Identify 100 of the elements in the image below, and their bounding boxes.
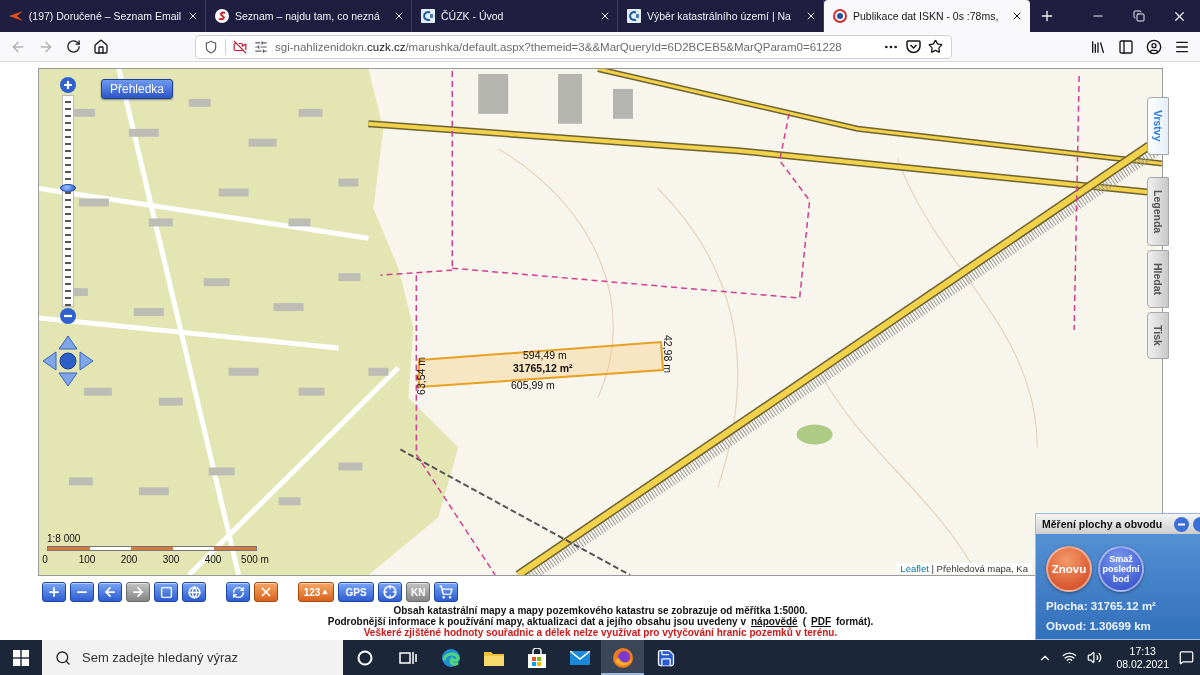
notification-icon[interactable] bbox=[1179, 650, 1194, 665]
wifi-icon[interactable] bbox=[1062, 650, 1078, 665]
account-icon[interactable] bbox=[1146, 38, 1162, 55]
building bbox=[613, 88, 633, 119]
area-label: 31765,12 m² bbox=[513, 362, 573, 374]
panel-title: Měření plochy a obvodu bbox=[1042, 518, 1164, 530]
streak-logo-icon bbox=[9, 11, 23, 21]
back-button[interactable] bbox=[98, 582, 122, 602]
building bbox=[338, 178, 359, 187]
side-tab[interactable]: Tisk bbox=[1147, 311, 1169, 359]
refresh-button[interactable] bbox=[226, 582, 250, 602]
browser-tab[interactable]: ČÚZK - Úvod bbox=[412, 0, 618, 32]
extent-button[interactable] bbox=[154, 582, 178, 602]
camera-off-icon[interactable] bbox=[233, 39, 247, 54]
browser-tab[interactable]: Výběr katastrálního území | Na bbox=[618, 0, 824, 32]
cart-button[interactable] bbox=[434, 582, 459, 602]
plus-icon bbox=[47, 585, 61, 599]
star-icon[interactable] bbox=[928, 39, 943, 54]
sliders-icon[interactable] bbox=[254, 39, 268, 54]
circle-button-icon[interactable] bbox=[1193, 516, 1200, 532]
building bbox=[558, 74, 583, 124]
library-icon[interactable] bbox=[1090, 38, 1106, 55]
building bbox=[368, 367, 389, 376]
folder-icon[interactable] bbox=[483, 649, 504, 666]
pan-up-icon[interactable] bbox=[58, 335, 78, 350]
close-icon[interactable] bbox=[393, 10, 405, 22]
square-logo-icon bbox=[627, 9, 641, 23]
pan-right-icon[interactable] bbox=[79, 351, 94, 371]
zoom-out-button[interactable] bbox=[70, 582, 94, 602]
building bbox=[128, 128, 159, 137]
circle-icon[interactable] bbox=[356, 649, 373, 666]
zoom-in-button[interactable] bbox=[42, 582, 66, 602]
gps-button[interactable]: GPS bbox=[338, 582, 374, 602]
browser-tab[interactable]: Seznam – najdu tam, co nezná bbox=[206, 0, 412, 32]
close-icon[interactable] bbox=[1011, 10, 1023, 22]
pan-center-icon[interactable] bbox=[59, 352, 77, 370]
help-link[interactable]: nápovědě bbox=[751, 616, 798, 627]
warning-note: Veškeré zjištěné hodnoty souřadnic a délek nelze využívat pro vytyčování hranic pozemků v terénu. bbox=[363, 627, 838, 638]
scale-label: 100 bbox=[78, 554, 96, 565]
minimize-icon[interactable] bbox=[1174, 516, 1189, 532]
building bbox=[208, 467, 235, 476]
overview-button[interactable]: Přehledka bbox=[101, 79, 173, 99]
close-icon[interactable] bbox=[187, 10, 199, 22]
side-tab[interactable]: Legenda bbox=[1147, 176, 1169, 246]
pdf-link[interactable]: PDF bbox=[811, 616, 832, 627]
rectangle-icon bbox=[159, 585, 173, 599]
minus-icon[interactable] bbox=[60, 308, 76, 324]
locate-button[interactable] bbox=[378, 582, 402, 602]
side-tab[interactable]: Vrstvy bbox=[1147, 97, 1169, 155]
sidebar-icon[interactable] bbox=[1118, 38, 1134, 55]
restore-icon[interactable] bbox=[1132, 10, 1145, 22]
attribution-link[interactable]: Leaflet bbox=[900, 563, 929, 574]
plus-icon[interactable] bbox=[1039, 8, 1055, 24]
building bbox=[203, 278, 230, 287]
numbers-button[interactable]: 123 bbox=[298, 582, 334, 602]
undo-point-button[interactable]: Smaž poslední bod bbox=[1098, 546, 1144, 592]
home-icon[interactable] bbox=[93, 38, 109, 55]
building bbox=[338, 273, 361, 282]
windows-logo-icon[interactable] bbox=[13, 649, 29, 666]
swirl-icon[interactable] bbox=[440, 647, 461, 668]
caret-icon bbox=[322, 589, 329, 595]
slider-thumb[interactable] bbox=[60, 184, 76, 193]
building bbox=[288, 218, 311, 227]
search-field[interactable]: Sem zadejte hledaný výraz bbox=[42, 640, 343, 675]
map-note: Obsah katastrální mapy a mapy pozemkového katastru se zobrazuje od měřítka 1:5000. bbox=[393, 605, 808, 616]
task-view-icon[interactable] bbox=[398, 649, 417, 666]
side-tab[interactable]: Hledat bbox=[1147, 249, 1169, 308]
browser-tab[interactable]: Publikace dat ISKN - 0s :78ms, bbox=[824, 0, 1030, 32]
zoom-slider[interactable] bbox=[63, 96, 73, 306]
scale-label: 300 bbox=[162, 554, 180, 565]
reload-icon[interactable] bbox=[66, 39, 81, 54]
pouch-icon[interactable] bbox=[906, 39, 921, 54]
close-icon bbox=[259, 585, 273, 599]
speaker-icon[interactable] bbox=[1087, 650, 1103, 665]
building bbox=[133, 308, 164, 316]
close-icon[interactable] bbox=[599, 10, 611, 22]
building bbox=[338, 462, 363, 471]
globe-button[interactable] bbox=[182, 582, 206, 602]
area-value: Plocha: 31765.12 m² bbox=[1046, 600, 1157, 612]
shield-icon[interactable] bbox=[204, 39, 218, 54]
round-logo-icon[interactable] bbox=[612, 647, 633, 668]
pan-left-icon[interactable] bbox=[42, 351, 57, 371]
length-label: 594,49 m bbox=[523, 349, 567, 361]
plus-icon[interactable] bbox=[60, 77, 76, 93]
restart-button[interactable]: Znovu bbox=[1046, 546, 1092, 592]
building bbox=[248, 138, 277, 147]
cancel-button[interactable] bbox=[254, 582, 278, 602]
help-note: Podrobnější informace k používání mapy, aktualizaci dat a jejího obsahu jsou uvedeny v nápovědě ( PDF formát). bbox=[327, 616, 874, 627]
envelope-icon[interactable] bbox=[569, 650, 590, 665]
scale-label: 0 bbox=[42, 554, 48, 565]
browser-tab[interactable]: (197) Doručené – Seznam Email bbox=[0, 0, 206, 32]
building bbox=[78, 198, 109, 207]
clock-date: 08.02.2021 bbox=[1116, 657, 1169, 671]
scale-ratio: 1:8 000 bbox=[47, 533, 81, 544]
pan-down-icon[interactable] bbox=[58, 372, 78, 387]
address-field[interactable]: sgi-nahlizenidokn.cuzk.cz/marushka/default.aspx?themeid=3&&MarQueryId=6D2BCEB5&MarQParam0=61228 bbox=[195, 34, 952, 59]
clock-time: 17:13 bbox=[1129, 644, 1156, 658]
building bbox=[228, 367, 259, 376]
close-icon[interactable] bbox=[805, 10, 817, 22]
shopping-bag-icon[interactable] bbox=[527, 647, 546, 668]
